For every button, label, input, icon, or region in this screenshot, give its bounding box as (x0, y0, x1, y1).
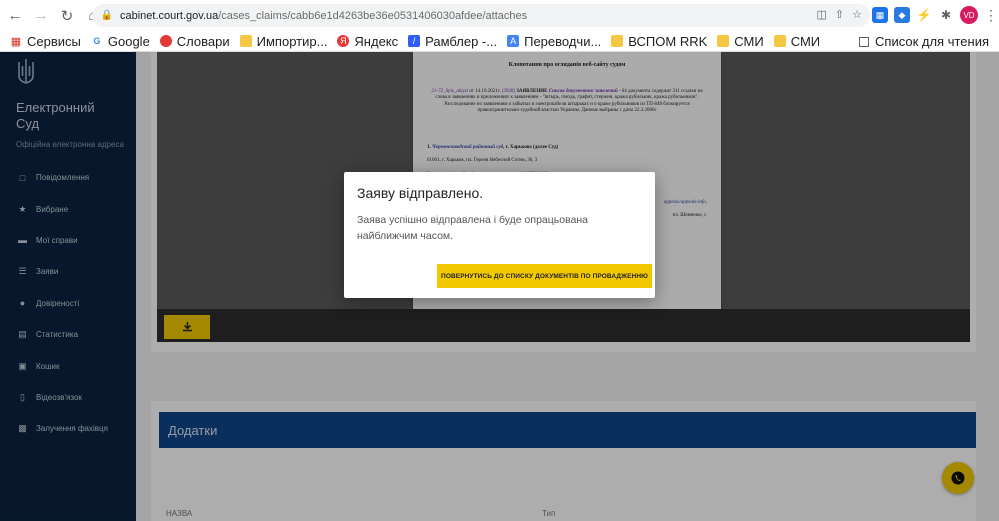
browser-toolbar: ← → ↻ ⌂ 🔒 cabinet.court.gov.ua/cases_cla… (0, 0, 999, 31)
translator-icon: A (507, 35, 520, 47)
lock-icon: 🔒 (100, 10, 114, 21)
extension-bolt-icon[interactable]: ⚡ (916, 7, 932, 23)
bookmark-folder-vspom[interactable]: ВСПОМ RRK (611, 34, 707, 49)
dialog-title: Заяву відправлено. (357, 185, 484, 201)
translate-icon[interactable]: ◫ (817, 8, 827, 21)
bookmark-google[interactable]: G Google (91, 34, 149, 49)
bookmark-dictionaries[interactable]: Словари (159, 34, 230, 49)
bookmark-folder-smi-2[interactable]: СМИ (773, 34, 820, 49)
bookmark-folder-import[interactable]: Импортир... (239, 34, 327, 49)
reading-list-icon (859, 36, 870, 47)
return-to-documents-button[interactable]: Повернутись до списку документів по пров… (437, 264, 652, 288)
extension-app-icon[interactable]: ◆ (894, 7, 910, 23)
bookmark-yandex[interactable]: Я Яндекс (337, 34, 398, 49)
menu-dots-icon[interactable]: ⋮ (984, 7, 998, 24)
bookmark-rambler[interactable]: / Рамблер -... (408, 34, 497, 49)
url-path: /cases_claims/cabb6e1d4263be36e053140603… (218, 9, 528, 22)
bookmarks-bar: ▦ Сервисы G Google Словари Импортир... Я Ян… (0, 31, 999, 52)
success-dialog: Заяву відправлено. Заява успішно відправ… (344, 172, 655, 298)
bookmark-folder-smi-1[interactable]: СМИ (717, 34, 764, 49)
folder-icon (773, 35, 786, 47)
forward-icon[interactable]: → (30, 5, 52, 27)
bookmark-translator[interactable]: A Переводчи... (507, 34, 601, 49)
reload-icon[interactable]: ↻ (56, 5, 78, 27)
extension-calendar-icon[interactable]: ▦ (872, 7, 888, 23)
address-bar[interactable]: 🔒 cabinet.court.gov.ua/cases_claims/cabb… (92, 4, 870, 27)
dictionary-icon (159, 35, 172, 47)
google-icon: G (93, 36, 101, 46)
bookmark-star-icon[interactable]: ☆ (852, 8, 862, 21)
rambler-icon: / (408, 35, 421, 47)
apps-grid-icon: ▦ (10, 35, 22, 48)
bookmark-apps[interactable]: ▦ Сервисы (10, 34, 81, 49)
folder-icon (239, 35, 252, 47)
yandex-icon: Я (337, 35, 350, 47)
share-icon[interactable]: ⇧ (835, 8, 844, 21)
reading-list[interactable]: Список для чтения (859, 34, 989, 49)
folder-icon (717, 35, 730, 47)
profile-avatar[interactable]: VD (960, 6, 978, 24)
url-host: cabinet.court.gov.ua (120, 9, 219, 22)
back-icon[interactable]: ← (4, 5, 26, 27)
extensions-puzzle-icon[interactable]: ✱ (938, 7, 954, 23)
dialog-message: Заява успішно відправлена і буде опрацьо… (357, 214, 589, 242)
folder-icon (611, 35, 624, 47)
